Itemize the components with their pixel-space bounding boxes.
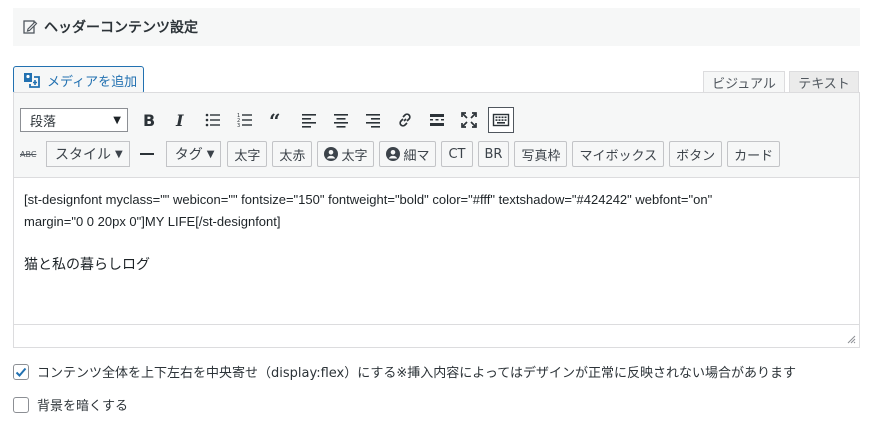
keyboard-icon[interactable] (488, 107, 514, 133)
card-button[interactable]: カード (727, 141, 781, 167)
svg-text:3: 3 (237, 123, 240, 129)
center-flex-checkbox[interactable] (13, 363, 29, 380)
user-circle-icon (324, 147, 339, 161)
read-more-icon[interactable] (424, 107, 450, 133)
checkmark-icon (15, 367, 27, 377)
center-flex-option: コンテンツ全体を上下左右を中央寄せ（display:flex）にする※挿入内容に… (13, 362, 796, 381)
editor: 段落 ▼ B I 123 “ ABC スタイル ▼ タグ ▼ 太字 太赤 太字 … (13, 92, 860, 348)
blockquote-icon[interactable]: “ (264, 107, 290, 133)
button-button[interactable]: ボタン (669, 141, 723, 167)
user-thin-button[interactable]: 細マ (379, 141, 437, 167)
editor-toolbar: 段落 ▼ B I 123 “ ABC スタイル ▼ タグ ▼ 太字 太赤 太字 … (14, 93, 859, 178)
style-dropdown[interactable]: スタイル ▼ (46, 141, 130, 167)
fullscreen-icon[interactable] (456, 107, 482, 133)
darken-bg-checkbox[interactable] (13, 396, 29, 413)
bullet-list-icon[interactable] (200, 107, 226, 133)
align-left-icon[interactable] (296, 107, 322, 133)
editor-content[interactable]: [st-designfont myclass="" webicon="" fon… (24, 189, 844, 275)
tab-visual[interactable]: ビジュアル (703, 71, 785, 92)
darken-bg-label: 背景を暗くする (37, 399, 129, 414)
edit-icon (23, 20, 38, 34)
toolbar-row-2: ABC スタイル ▼ タグ ▼ 太字 太赤 太字 細マ CT BR 写真枠 マイ… (20, 141, 785, 167)
align-right-icon[interactable] (360, 107, 386, 133)
user-bold-label: 太字 (341, 148, 368, 164)
tag-dropdown-label: タグ (174, 147, 203, 163)
svg-text:“: “ (269, 111, 281, 129)
user-bold-button[interactable]: 太字 (317, 141, 375, 167)
tab-text[interactable]: テキスト (789, 71, 859, 92)
darken-bg-option: 背景を暗くする (13, 395, 128, 414)
section-header: ヘッダーコンテンツ設定 (13, 8, 860, 46)
chevron-down-icon: ▼ (206, 148, 215, 160)
horizontal-rule-icon[interactable] (139, 153, 154, 155)
tag-dropdown[interactable]: タグ ▼ (165, 141, 222, 167)
chevron-down-icon: ▼ (115, 148, 123, 160)
style-dropdown-label: スタイル (55, 147, 111, 163)
bold-red-button[interactable]: 太赤 (272, 141, 313, 167)
chevron-down-icon: ▼ (113, 114, 121, 126)
toolbar-row-1: 段落 ▼ B I 123 “ (20, 107, 520, 133)
ct-button[interactable]: CT (441, 141, 473, 167)
mybox-button[interactable]: マイボックス (572, 141, 665, 167)
section-title: ヘッダーコンテンツ設定 (44, 20, 198, 36)
format-select-value: 段落 (30, 114, 57, 130)
user-circle-icon (386, 147, 401, 161)
resize-handle-icon[interactable] (847, 335, 856, 344)
user-thin-label: 細マ (403, 148, 430, 164)
photo-frame-button[interactable]: 写真枠 (514, 141, 568, 167)
align-center-icon[interactable] (328, 107, 354, 133)
add-media-button[interactable]: メディアを追加 (13, 66, 144, 94)
numbered-list-icon[interactable]: 123 (232, 107, 258, 133)
media-icon (24, 73, 40, 88)
content-line-2: margin="0 0 20px 0"]MY LIFE[/st-designfo… (24, 214, 281, 229)
strikethrough-icon[interactable]: ABC (20, 150, 38, 159)
svg-text:B: B (143, 111, 155, 129)
italic-icon[interactable]: I (168, 107, 194, 133)
center-flex-label: コンテンツ全体を上下左右を中央寄せ（display:flex）にする※挿入内容に… (37, 366, 796, 381)
add-media-label: メディアを追加 (47, 74, 138, 90)
bold-jp-button[interactable]: 太字 (227, 141, 268, 167)
link-icon[interactable] (392, 107, 418, 133)
content-line-1: [st-designfont myclass="" webicon="" fon… (24, 192, 713, 207)
br-button[interactable]: BR (477, 141, 510, 167)
content-line-3: 猫と私の暮らしログ (24, 256, 150, 272)
bold-icon[interactable]: B (136, 107, 162, 133)
editor-statusbar (14, 324, 859, 347)
svg-text:I: I (175, 111, 184, 129)
format-select[interactable]: 段落 ▼ (20, 108, 128, 132)
